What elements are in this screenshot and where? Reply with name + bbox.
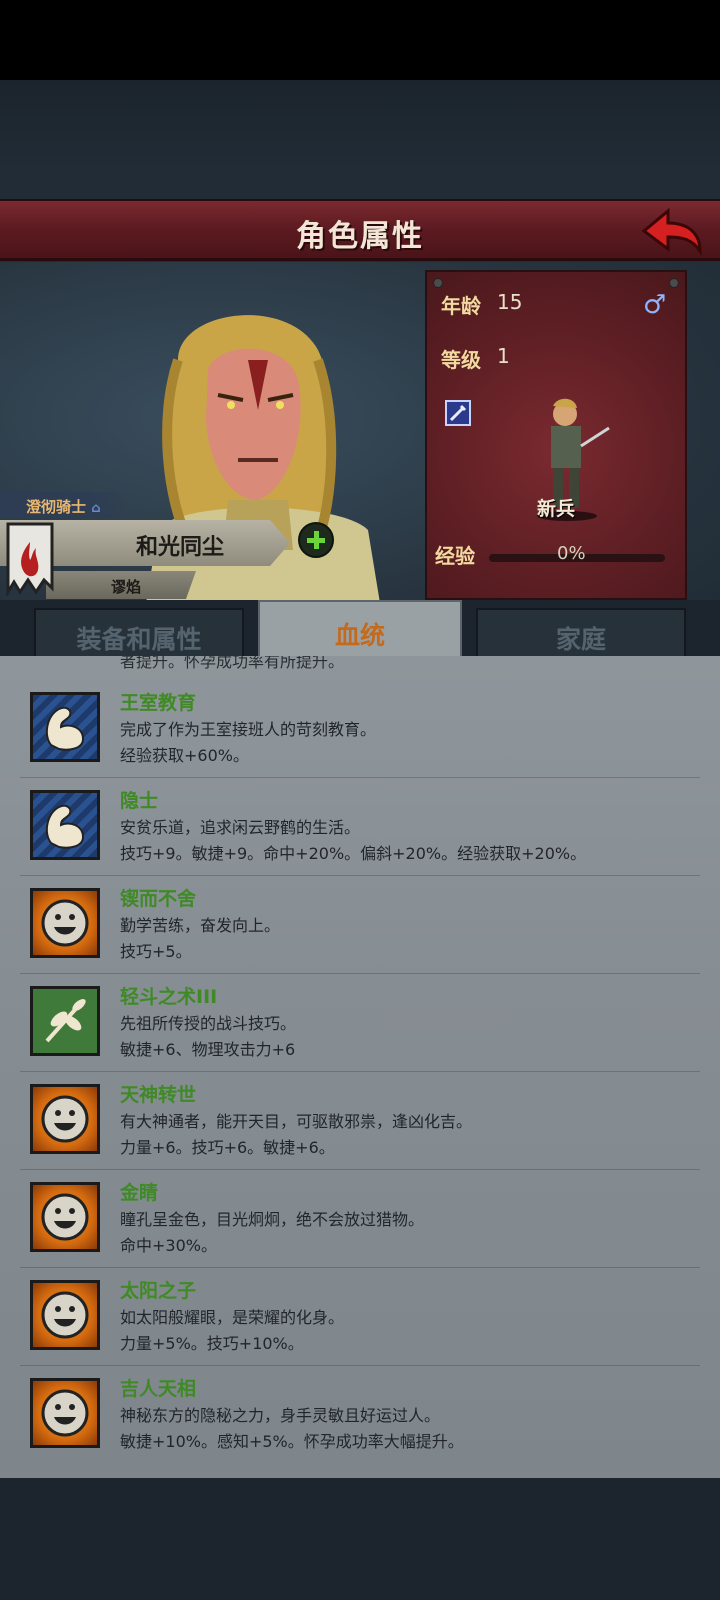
trait-desc: 先祖所传授的战斗技巧。: [120, 1014, 297, 1033]
tab-family[interactable]: 家庭: [476, 608, 686, 658]
character-name: 和光同尘: [135, 535, 224, 560]
flexed-arm-icon: [30, 790, 100, 860]
status-bar: [0, 0, 720, 80]
age-label: 年龄: [441, 294, 481, 318]
list-item[interactable]: 隐士 安贫乐道，追求闲云野鹤的生活。 技巧+9。敏捷+9。命中+20%。偏斜+2…: [0, 778, 720, 876]
tab-equipment[interactable]: 装备和属性: [34, 608, 244, 658]
level-label: 等级: [441, 348, 481, 372]
page-title: 角色属性: [296, 219, 424, 254]
trait-effect: 力量+6。技巧+6。敏捷+6。: [120, 1138, 335, 1157]
house-name: 谬焰: [110, 578, 141, 596]
stats-panel: 年龄 15 ♂ 等级 1 新兵 经验 0%: [425, 270, 687, 600]
trait-effect: 力量+5%。技巧+10%。: [120, 1334, 304, 1353]
flexed-arm-icon: [30, 692, 100, 762]
trait-effect: 敏捷+10%。感知+5%。怀孕成功率大幅提升。: [120, 1432, 464, 1451]
trait-name: 王室教育: [120, 692, 197, 714]
trait-effect: 技巧+5。: [120, 942, 192, 961]
flame-banner-icon: [6, 522, 54, 596]
sword-icon[interactable]: [445, 400, 471, 426]
list-item[interactable]: 王室教育 完成了作为王室接班人的苛刻教育。 经验获取+60%。: [0, 680, 720, 778]
list-item[interactable]: 天神转世 有大神通者，能开天目，可驱散邪祟，逢凶化吉。 力量+6。技巧+6。敏捷…: [0, 1072, 720, 1170]
trait-desc: 有大神通者，能开天目，可驱散邪祟，逢凶化吉。: [120, 1112, 473, 1131]
trait-effect: 敏捷+6、物理攻击力+6: [120, 1040, 296, 1059]
bottom-area: [0, 1478, 720, 1600]
title-bar: 角色属性: [0, 199, 720, 261]
level-value: 1: [497, 344, 510, 368]
exp-label: 经验: [435, 544, 475, 568]
trait-desc: 勤学苦练，奋发向上。: [120, 916, 281, 935]
smiley-sun-icon: [30, 888, 100, 958]
leaf-branch-icon: [30, 986, 100, 1056]
house-name-plate: 谬焰: [46, 571, 196, 599]
trait-name: 太阳之子: [120, 1280, 197, 1302]
male-gender-icon: ♂: [643, 290, 667, 320]
trait-effect: 技巧+9。敏捷+9。命中+20%。偏斜+20%。经验获取+20%。: [120, 844, 587, 863]
back-arrow-icon: [641, 207, 702, 256]
trait-name: 吉人天相: [120, 1378, 197, 1400]
class-badge: 澄彻骑士 ⌂: [0, 492, 130, 518]
trait-name: 轻斗之术III: [120, 986, 218, 1008]
tab-bar: 装备和属性 血统 家庭: [0, 600, 720, 658]
trait-desc: 安贫乐道，追求闲云野鹤的生活。: [120, 818, 361, 837]
trait-name: 隐士: [120, 790, 159, 812]
age-value: 15: [497, 290, 523, 314]
trait-name: 锲而不舍: [120, 888, 197, 910]
rivet-icon: [669, 278, 679, 288]
trait-effect: 经验获取+60%。: [120, 746, 249, 765]
smiley-sun-icon: [30, 1182, 100, 1252]
trait-desc: 瞳孔呈金色，目光炯炯，绝不会放过猎物。: [120, 1210, 425, 1229]
class-badge-label: 澄彻骑士: [26, 498, 87, 516]
cut-off-text: 者提升。怀孕成功率有所提升。: [120, 656, 345, 671]
list-item[interactable]: 吉人天相 神秘东方的隐秘之力，身手灵敏且好运过人。 敏捷+10%。感知+5%。怀…: [0, 1366, 720, 1464]
list-item[interactable]: 轻斗之术III 先祖所传授的战斗技巧。 敏捷+6、物理攻击力+6: [0, 974, 720, 1072]
trait-desc: 神秘东方的隐秘之力，身手灵敏且好运过人。: [120, 1406, 441, 1425]
unit-label: 新兵: [536, 498, 575, 520]
back-button[interactable]: [638, 205, 706, 259]
trait-desc: 如太阳般耀眼，是荣耀的化身。: [120, 1308, 345, 1327]
trait-desc: 完成了作为王室接班人的苛刻教育。: [120, 720, 377, 739]
smiley-sun-icon: [30, 1378, 100, 1448]
add-button[interactable]: [298, 522, 334, 558]
trait-name: 金睛: [120, 1182, 159, 1204]
exp-value: 0%: [557, 543, 586, 564]
trait-name: 天神转世: [120, 1084, 197, 1106]
tab-bloodline[interactable]: 血统: [258, 600, 462, 658]
trait-list[interactable]: 者提升。怀孕成功率有所提升。 王室教育 完成了作为王室接班人的苛刻教育。 经验获…: [0, 656, 720, 1478]
list-item[interactable]: 锲而不舍 勤学苦练，奋发向上。 技巧+5。: [0, 876, 720, 974]
smiley-sun-icon: [30, 1280, 100, 1350]
list-item[interactable]: 太阳之子 如太阳般耀眼，是荣耀的化身。 力量+5%。技巧+10%。: [0, 1268, 720, 1366]
class-house-icon: ⌂: [91, 501, 101, 516]
rivet-icon: [433, 278, 443, 288]
trait-effect: 命中+30%。: [120, 1236, 217, 1255]
smiley-sun-icon: [30, 1084, 100, 1154]
list-item[interactable]: 金睛 瞳孔呈金色，目光炯炯，绝不会放过猎物。 命中+30%。: [0, 1170, 720, 1268]
